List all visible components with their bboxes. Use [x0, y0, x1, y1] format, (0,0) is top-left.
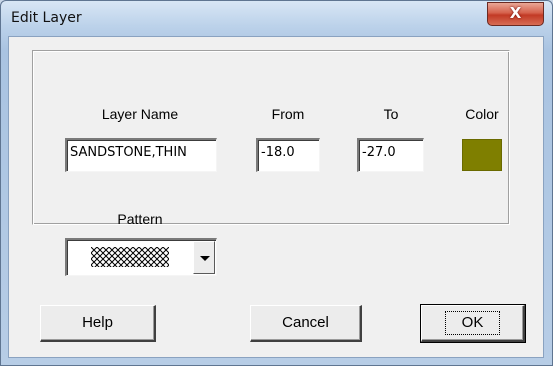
color-swatch[interactable]	[462, 139, 502, 171]
chevron-down-icon	[200, 256, 210, 261]
pattern-dropdown-button[interactable]	[193, 241, 215, 274]
close-icon: X	[509, 4, 522, 22]
pattern-label: Pattern	[117, 211, 163, 227]
to-label: To	[383, 106, 399, 122]
color-label: Color	[465, 106, 499, 122]
layer-name-input[interactable]: SANDSTONE,THIN	[65, 138, 217, 172]
from-input[interactable]: -18.0	[256, 138, 320, 172]
from-label: From	[271, 106, 305, 122]
cancel-button[interactable]: Cancel	[250, 305, 362, 342]
ok-button-label: OK	[444, 311, 501, 335]
layer-name-label: Layer Name	[101, 106, 179, 122]
ok-button[interactable]: OK	[420, 304, 526, 343]
title-bar[interactable]: Edit Layer X	[1, 1, 552, 37]
dialog-title: Edit Layer	[11, 10, 82, 26]
help-button[interactable]: Help	[40, 305, 156, 342]
to-input[interactable]: -27.0	[357, 138, 424, 172]
pattern-select[interactable]	[65, 238, 217, 276]
close-button[interactable]: X	[487, 2, 544, 26]
crosshatch-pattern-icon	[91, 247, 169, 267]
